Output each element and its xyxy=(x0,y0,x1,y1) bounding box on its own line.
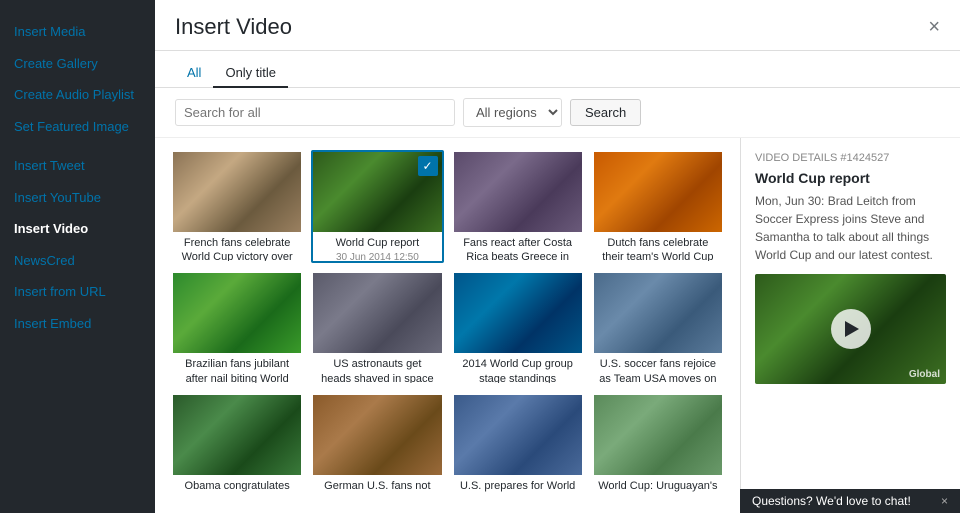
media-item-8[interactable]: U.S. soccer fans rejoice as Team USA mov… xyxy=(592,271,724,384)
media-caption-12: World Cup: Uruguayan's xyxy=(594,475,722,495)
close-button[interactable]: × xyxy=(928,17,940,37)
media-item-4[interactable]: Dutch fans celebrate their team's World … xyxy=(592,150,724,263)
sidebar-item-insert-media[interactable]: Insert Media xyxy=(0,16,155,48)
media-item-11[interactable]: U.S. prepares for World xyxy=(452,393,584,501)
media-caption-11: U.S. prepares for World xyxy=(454,475,582,495)
details-title: World Cup report xyxy=(755,170,946,186)
media-item-6[interactable]: US astronauts get heads shaved in space … xyxy=(311,271,443,384)
media-caption-9: Obama congratulates xyxy=(173,475,301,495)
media-thumb-9 xyxy=(173,395,301,475)
tab-bar: All Only title xyxy=(155,51,960,88)
media-caption-1: French fans celebrate World Cup victory … xyxy=(173,232,301,263)
media-item-9[interactable]: Obama congratulates xyxy=(171,393,303,501)
sidebar-item-insert-from-url[interactable]: Insert from URL xyxy=(0,276,155,308)
media-grid: French fans celebrate World Cup victory … xyxy=(155,138,740,513)
sidebar: Insert Media Create Gallery Create Audio… xyxy=(0,0,155,513)
chat-close-button[interactable]: × xyxy=(941,494,948,508)
media-item-10[interactable]: German U.S. fans not xyxy=(311,393,443,501)
media-item-12[interactable]: World Cup: Uruguayan's xyxy=(592,393,724,501)
media-caption-6: US astronauts get heads shaved in space … xyxy=(313,353,441,384)
tab-only-title[interactable]: Only title xyxy=(213,59,288,88)
play-icon xyxy=(845,321,859,337)
chat-label: Questions? We'd love to chat! xyxy=(752,494,911,508)
media-item-2[interactable]: ✓ World Cup report 30 Jun 2014 12:50 xyxy=(311,150,443,263)
search-input[interactable] xyxy=(175,99,455,126)
play-button[interactable] xyxy=(831,309,871,349)
search-button[interactable]: Search xyxy=(570,99,641,126)
media-caption-7: 2014 World Cup group stage standings xyxy=(454,353,582,384)
modal-title: Insert Video xyxy=(175,14,292,40)
media-caption-2: World Cup report xyxy=(313,232,441,252)
media-thumb-3 xyxy=(454,152,582,232)
sidebar-item-create-gallery[interactable]: Create Gallery xyxy=(0,48,155,80)
media-date-10 xyxy=(313,495,441,499)
details-description: Mon, Jun 30: Brad Leitch from Soccer Exp… xyxy=(755,192,946,264)
media-thumb-7 xyxy=(454,273,582,353)
details-panel: VIDEO DETAILS #1424527 World Cup report … xyxy=(740,138,960,513)
modal: Insert Video × All Only title All region… xyxy=(155,0,960,513)
media-item-3[interactable]: Fans react after Costa Rica beats Greece… xyxy=(452,150,584,263)
media-thumb-8 xyxy=(594,273,722,353)
sidebar-item-insert-youtube[interactable]: Insert YouTube xyxy=(0,182,155,214)
content-area: French fans celebrate World Cup victory … xyxy=(155,138,960,513)
media-thumb-6 xyxy=(313,273,441,353)
media-thumb-11 xyxy=(454,395,582,475)
media-caption-10: German U.S. fans not xyxy=(313,475,441,495)
chat-bar: Questions? We'd love to chat! × xyxy=(740,489,960,513)
sidebar-item-set-featured-image[interactable]: Set Featured Image xyxy=(0,111,155,143)
media-item-1[interactable]: French fans celebrate World Cup victory … xyxy=(171,150,303,263)
modal-header: Insert Video × xyxy=(155,0,960,51)
media-thumb-2: ✓ xyxy=(313,152,441,232)
media-thumb-4 xyxy=(594,152,722,232)
media-date-2: 30 Jun 2014 12:50 xyxy=(313,252,441,263)
sidebar-item-create-audio-playlist[interactable]: Create Audio Playlist xyxy=(0,79,155,111)
media-caption-4: Dutch fans celebrate their team's World … xyxy=(594,232,722,263)
selected-check-icon: ✓ xyxy=(418,156,438,176)
sidebar-item-newscred[interactable]: NewsCred xyxy=(0,245,155,277)
sidebar-item-insert-tweet[interactable]: Insert Tweet xyxy=(0,150,155,182)
media-thumb-1 xyxy=(173,152,301,232)
media-caption-8: U.S. soccer fans rejoice as Team USA mov… xyxy=(594,353,722,384)
media-caption-3: Fans react after Costa Rica beats Greece… xyxy=(454,232,582,263)
media-thumb-12 xyxy=(594,395,722,475)
media-item-7[interactable]: 2014 World Cup group stage standings 27 … xyxy=(452,271,584,384)
sidebar-item-insert-video[interactable]: Insert Video xyxy=(0,213,155,245)
media-date-11 xyxy=(454,495,582,499)
video-brand-label: Global xyxy=(909,369,940,380)
details-video-id: VIDEO DETAILS #1424527 xyxy=(755,152,946,164)
media-thumb-10 xyxy=(313,395,441,475)
tab-all[interactable]: All xyxy=(175,59,213,88)
media-thumb-5 xyxy=(173,273,301,353)
details-video-preview[interactable]: Global xyxy=(755,274,946,384)
media-caption-5: Brazilian fans jubilant after nail bitin… xyxy=(173,353,301,384)
media-date-12 xyxy=(594,495,722,499)
region-select[interactable]: All regions xyxy=(463,98,562,127)
media-date-9 xyxy=(173,495,301,499)
search-bar: All regions Search xyxy=(155,88,960,138)
sidebar-item-insert-embed[interactable]: Insert Embed xyxy=(0,308,155,340)
media-item-5[interactable]: Brazilian fans jubilant after nail bitin… xyxy=(171,271,303,384)
